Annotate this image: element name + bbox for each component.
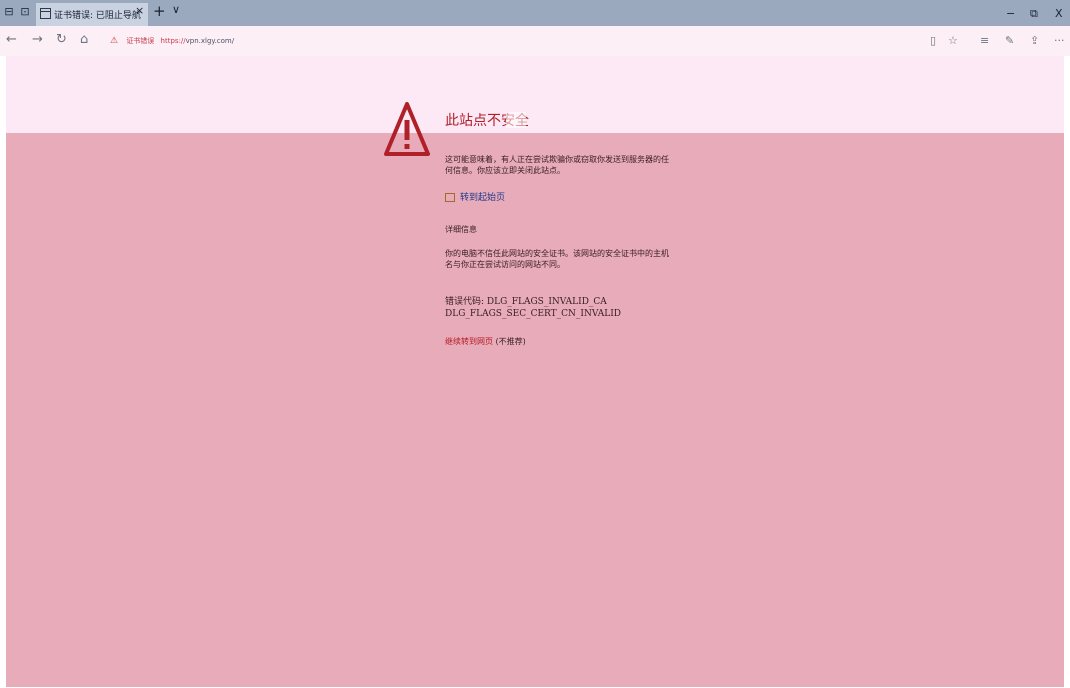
text-selection-highlight: [506, 112, 526, 128]
continue-row: 继续转到网页 (不推荐): [445, 336, 526, 347]
warning-triangle-icon: [384, 102, 430, 156]
restore-icon[interactable]: ⧉: [1030, 7, 1038, 21]
error-code: 错误代码: DLG_FLAGS_INVALID_CA DLG_FLAGS_SEC…: [445, 296, 675, 320]
details-toggle[interactable]: 详细信息: [445, 224, 675, 235]
window-edge-right: [1064, 56, 1070, 688]
certificate-error-label[interactable]: 证书错误: [126, 37, 154, 45]
tab-preview-chevron-icon[interactable]: ∨: [172, 3, 180, 16]
start-page-icon: [445, 193, 455, 202]
share-icon[interactable]: ⇪: [1030, 34, 1039, 47]
page-body: [6, 133, 1064, 687]
forward-icon[interactable]: →: [32, 32, 43, 47]
favorite-star-icon[interactable]: ☆: [948, 34, 958, 47]
url-text[interactable]: https://vpn.xlgy.com/: [161, 37, 235, 45]
minimize-icon[interactable]: −: [1006, 7, 1015, 20]
reading-view-icon[interactable]: ▯: [930, 34, 936, 47]
favorites-hub-icon[interactable]: ≡: [980, 34, 989, 47]
navigation-bar: ← → ↻ ⌂ ⚠ 证书错误 https://vpn.xlgy.com/ ▯ ☆…: [0, 26, 1070, 56]
error-code-line-1: 错误代码: DLG_FLAGS_INVALID_CA: [445, 297, 607, 307]
page-header-band: [6, 56, 1064, 133]
refresh-icon[interactable]: ↻: [56, 32, 67, 47]
error-code-line-2: DLG_FLAGS_SEC_CERT_CN_INVALID: [445, 309, 621, 319]
new-tab-button[interactable]: +: [153, 2, 166, 20]
goto-start-page-link[interactable]: 转到起始页: [445, 190, 505, 203]
url-host: vpn.xlgy.com/: [185, 37, 235, 45]
url-protocol: https://: [160, 37, 186, 45]
more-icon[interactable]: ···: [1054, 34, 1065, 47]
close-tab-icon[interactable]: ×: [135, 4, 144, 17]
goto-start-label[interactable]: 转到起始页: [460, 193, 505, 203]
address-bar[interactable]: ⚠ 证书错误 https://vpn.xlgy.com/: [110, 34, 234, 48]
tab-title: 证书错误: 已阻止导航: [54, 11, 141, 21]
not-recommended-note: (不推荐): [493, 337, 526, 346]
warning-icon[interactable]: ⚠: [110, 36, 118, 46]
home-icon[interactable]: ⌂: [80, 32, 88, 47]
tab-certificate-error[interactable]: 证书错误: 已阻止导航: [36, 3, 148, 26]
back-icon[interactable]: ←: [6, 32, 17, 47]
close-window-icon[interactable]: X: [1055, 7, 1063, 20]
set-aside-tabs-icon[interactable]: ⊡: [18, 4, 32, 20]
tab-bar: ⊟ ⊡ 证书错误: 已阻止导航 × + ∨ − ⧉ X: [0, 0, 1070, 26]
continue-to-page-link[interactable]: 继续转到网页: [445, 337, 493, 346]
page-icon: [40, 8, 51, 19]
warning-description: 这可能意味着，有人正在尝试欺骗你或窃取你发送到服务器的任何信息。你应该立即关闭此…: [445, 155, 669, 175]
details-description: 你的电脑不信任此网站的安全证书。该网站的安全证书中的主机名与你正在尝试访问的网站…: [445, 249, 669, 269]
tab-actions-icon[interactable]: ⊟: [2, 4, 16, 20]
web-note-icon[interactable]: ✎: [1005, 34, 1014, 47]
